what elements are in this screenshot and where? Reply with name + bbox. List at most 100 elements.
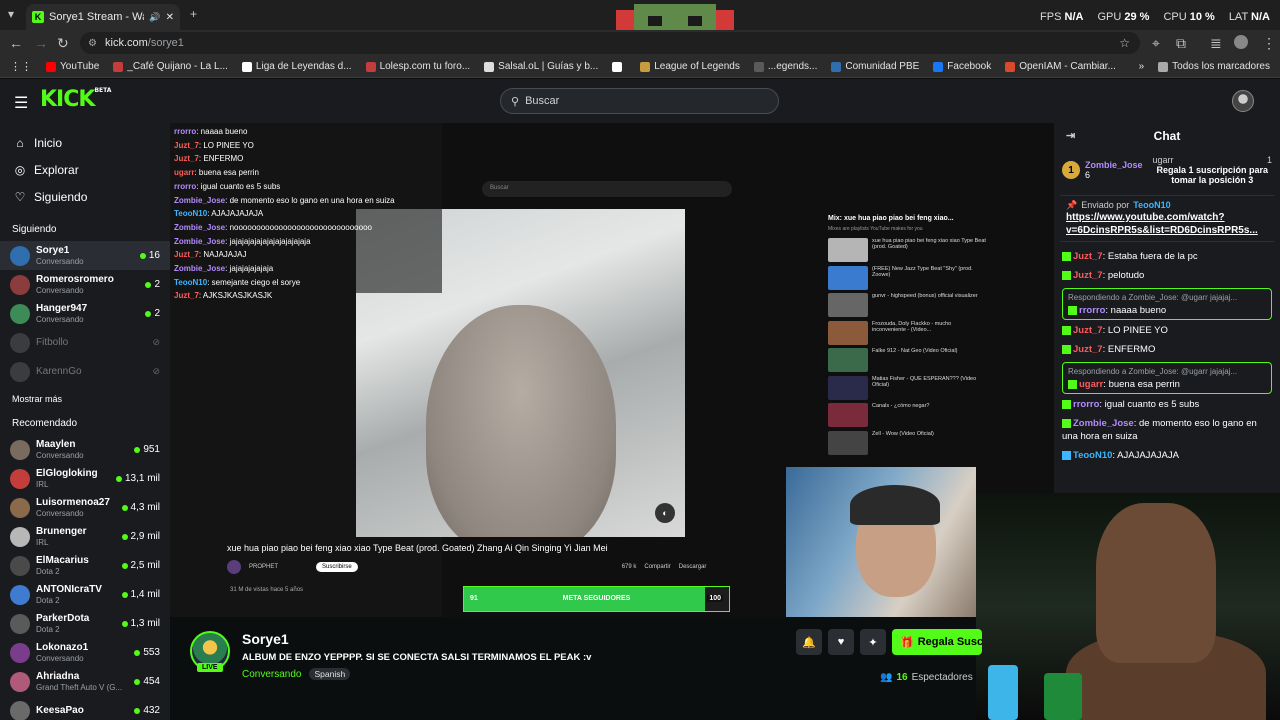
chat-user[interactable]: Zombie_Jose — [1073, 418, 1134, 429]
channel-name: Hanger947 — [36, 302, 88, 314]
bookmark-favicon-icon — [365, 61, 376, 72]
chat-title: Chat — [1153, 129, 1181, 143]
sidebar-channel[interactable]: Fitbollo ⊘ — [0, 328, 170, 357]
tab-list-icon[interactable]: ▾ — [8, 7, 14, 21]
chat-user[interactable]: Juzt_7 — [1073, 344, 1103, 355]
speaker-icon[interactable]: 🔊 — [149, 12, 160, 23]
bookmark-star-icon[interactable]: ☆ — [1119, 36, 1130, 50]
media-icon[interactable]: ≣ — [1210, 35, 1222, 52]
user-avatar[interactable] — [1232, 90, 1254, 112]
channel-avatar — [10, 642, 30, 663]
sidebar-channel[interactable]: Maaylen Conversando 951 — [0, 435, 170, 464]
sidebar-channel[interactable]: ANTONIcraTV Dota 2 1,4 mil — [0, 580, 170, 609]
perf-stat-value: 29 % — [1124, 11, 1150, 23]
yt-video-title: xue hua piao piao bei feng xiao xiao Typ… — [227, 543, 608, 553]
bookmark-item[interactable]: _Café Quijano - La L... — [113, 61, 228, 72]
nav-explorar[interactable]: ◎ Explorar — [0, 156, 170, 183]
bookmarks-bar: ⋮⋮ YouTube _Café Quijano - La L... Liga de… — [0, 56, 1280, 78]
pinned-link[interactable]: https://www.youtube.com/watch?v=6DcinsRP… — [1066, 211, 1268, 237]
show-more-link[interactable]: Mostrar más — [0, 394, 170, 404]
chat-user[interactable]: Juzt_7 — [1073, 251, 1103, 262]
heart-icon: ♡ — [14, 189, 26, 204]
channel-viewers: 951 — [134, 444, 160, 455]
pinned-by-label: Enviado por — [1081, 200, 1130, 210]
bell-icon[interactable]: 🔔 — [796, 629, 822, 655]
nav-inicio[interactable]: ⌂ Inicio — [0, 129, 170, 156]
hamburger-menu-icon[interactable]: ☰ — [14, 93, 28, 113]
sidebar-channel[interactable]: ElGlogloking IRL 13,1 mil — [0, 464, 170, 493]
chat-user[interactable]: Juzt_7 — [1073, 270, 1103, 281]
yt-playlist-item: Zell - Wow (Video Oficial) — [824, 429, 990, 457]
puzzle-icon[interactable]: ⧉ — [1176, 35, 1186, 52]
sidebar-channel[interactable]: Luisormenoa27 Conversando 4,3 mil — [0, 493, 170, 522]
offline-icon: ⊘ — [152, 366, 160, 376]
chat-user[interactable]: TeooN10 — [1073, 450, 1112, 461]
sidebar-channel[interactable]: Lokonazo1 Conversando 553 — [0, 638, 170, 667]
streamer-name[interactable]: Sorye1 — [242, 631, 289, 647]
apps-grid-icon[interactable]: ⋮⋮ — [10, 60, 32, 73]
forward-icon[interactable]: → — [34, 35, 48, 51]
sidebar-channel[interactable]: Hanger947 Conversando 2 — [0, 299, 170, 328]
chat-user[interactable]: Juzt_7 — [1073, 325, 1103, 336]
site-info-icon[interactable]: ⚙ — [88, 38, 97, 49]
bookmark-item[interactable]: Lolesp.com tu foro... — [365, 61, 470, 72]
reload-icon[interactable]: ↻ — [57, 35, 69, 52]
search-input[interactable]: ⚲ Buscar — [500, 88, 779, 114]
profile-avatar[interactable] — [1234, 35, 1248, 49]
tab-close-icon[interactable]: ✕ — [166, 12, 174, 23]
channel-category: IRL — [36, 537, 49, 547]
video-player[interactable]: Buscar ◐ Mix: xue hua piao piao bei feng… — [170, 123, 1054, 617]
channel-info: ElGlogloking IRL — [36, 468, 110, 490]
yt-playlist-item: (FREE) New Jazz Type Beat "Shy" (prod. Z… — [824, 264, 990, 292]
mix-title: Mix: xue hua piao piao bei feng xiao... — [828, 215, 954, 222]
bookmark-item[interactable]: YouTube — [46, 61, 99, 72]
yt-item-title: Frozouda, Doly Flackko - mucho inconveni… — [872, 320, 952, 333]
nav-siguiendo[interactable]: ♡ Siguiendo — [0, 183, 170, 210]
menu-kebab-icon[interactable]: ⋮ — [1262, 35, 1276, 52]
chat-line: Juzt_7: ENFERMO — [1062, 343, 1272, 356]
bookmark-item[interactable]: Liga de Leyendas d... — [241, 61, 352, 72]
channel-name: Lokonazo1 — [36, 641, 89, 653]
bookmark-item[interactable]: Salsal.oL | Guías y b... — [484, 61, 598, 72]
bookmark-item[interactable]: ...egends... — [753, 61, 817, 72]
bookmark-item[interactable]: League of Legends — [640, 61, 740, 72]
bookmark-item[interactable]: OpenIAM - Cambiar... — [1005, 61, 1116, 72]
all-bookmarks[interactable]: Todos los marcadores — [1158, 61, 1270, 72]
chat-user[interactable]: rrorro — [1073, 399, 1099, 410]
channel-name: Ahriadna — [36, 670, 80, 682]
gift-subs-button[interactable]: 🎁 Regala Suscripciones — [892, 629, 982, 655]
bookmark-item[interactable]: Comunidad PBE — [831, 61, 919, 72]
sidebar-channel[interactable]: Brunenger IRL 2,9 mil — [0, 522, 170, 551]
extension-icon[interactable]: ⌖ — [1152, 35, 1160, 52]
back-icon[interactable]: ← — [9, 35, 23, 51]
sparkle-icon[interactable]: ✦ — [860, 629, 886, 655]
pinned-message: 📌 Enviado por TeooN10 https://www.youtube.… — [1060, 195, 1274, 242]
sidebar-channel[interactable]: KarennGo ⊘ — [0, 357, 170, 386]
chat-user[interactable]: ugarr — [1079, 379, 1103, 390]
pin-icon: 📌 — [1066, 200, 1078, 210]
gift-prompt[interactable]: Regala 1 suscripción para tomar la posic… — [1153, 165, 1272, 185]
collapse-chat-icon[interactable]: ⇥ — [1066, 129, 1075, 142]
kick-logo[interactable]: KICKBETA — [40, 87, 111, 112]
sidebar-channel[interactable]: ParkerDota Dota 2 1,3 mil — [0, 609, 170, 638]
sidebar-channel[interactable]: Sorye1 Conversando 16 — [0, 241, 170, 270]
language-tag[interactable]: Spanish — [309, 668, 351, 680]
browser-tab[interactable]: K Sorye1 Stream - Watch Live 🔊 ✕ — [26, 4, 180, 30]
new-tab-icon[interactable]: + — [190, 7, 197, 21]
sidebar-channel[interactable]: Romerosromero Conversando 2 — [0, 270, 170, 299]
sidebar-channel[interactable]: ElMacarius Dota 2 2,5 mil — [0, 551, 170, 580]
chat-text: : buena esa perrin — [1103, 379, 1180, 390]
chat-user[interactable]: rrorro — [1079, 305, 1105, 316]
bookmark-item[interactable] — [612, 61, 626, 72]
bookmarks-overflow-icon[interactable]: » — [1139, 61, 1145, 72]
channel-avatar — [10, 332, 30, 353]
bookmark-favicon-icon — [484, 61, 495, 72]
url-field[interactable]: ⚙ kick.com/sorye1 ☆ — [80, 32, 1140, 54]
sidebar-channel[interactable]: KeesaPao 432 — [0, 696, 170, 720]
bookmark-item[interactable]: Facebook — [933, 61, 991, 72]
overlay-chat-text: : nooooooooooooooooooooooooooooooo — [225, 222, 372, 232]
heart-follow-button[interactable]: ♥ — [828, 629, 854, 655]
overlay-chat-line: Zombie_Jose: de momento eso lo gano en u… — [174, 194, 438, 208]
sidebar-channel[interactable]: Ahriadna Grand Theft Auto V (G... 454 — [0, 667, 170, 696]
stream-category[interactable]: Conversando — [242, 669, 301, 680]
